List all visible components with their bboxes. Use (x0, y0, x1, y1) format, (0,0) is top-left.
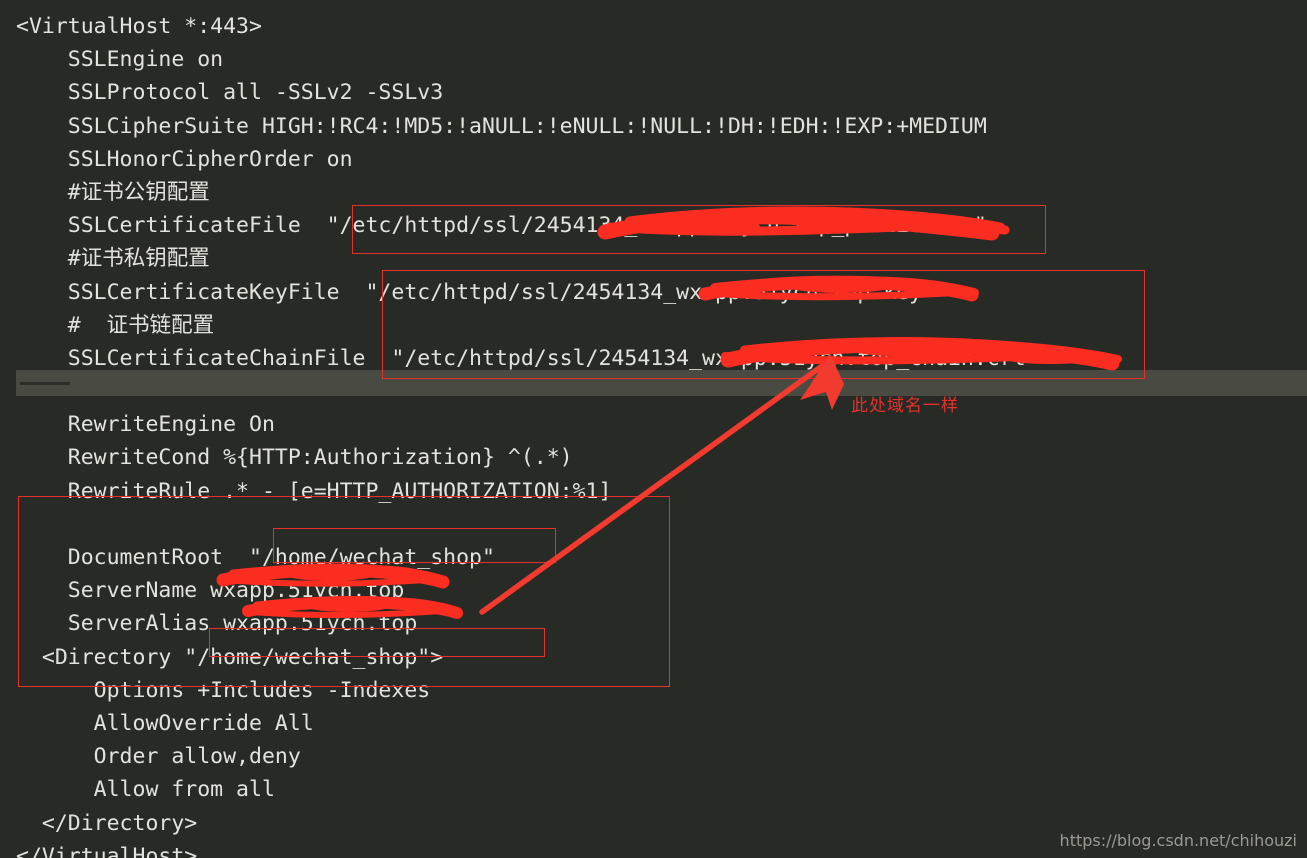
code-line: SSLHonorCipherOrder on (16, 146, 353, 172)
code-line: SSLProtocol all -SSLv2 -SSLv3 (16, 80, 444, 106)
code-line: #证书私钥配置 (16, 246, 210, 272)
code-line: #证书公钥配置 (16, 179, 210, 205)
code-screenshot: <VirtualHost *:443> SSLEngine on SSLProt… (0, 0, 1307, 858)
code-line: Allow from all (16, 777, 275, 803)
code-line: SSLCertificateChainFile "/etc/httpd/ssl/… (16, 345, 1039, 371)
code-line: ServerName wxapp.51ych.top (16, 578, 405, 604)
code-line: SSLCertificateFile "/etc/httpd/ssl/24541… (16, 213, 987, 239)
blog-watermark: https://blog.csdn.net/chihouzi (1059, 831, 1297, 850)
code-line: RewriteEngine On (16, 412, 275, 438)
horizontal-scrollbar-thumb[interactable] (20, 382, 70, 385)
apache-vhost-config-text: <VirtualHost *:443> SSLEngine on SSLProt… (16, 10, 1307, 858)
code-line: <Directory "/home/wechat_shop"> (16, 644, 444, 670)
code-line: SSLEngine on (16, 47, 224, 73)
code-line: SSLCipherSuite HIGH:!RC4:!MD5:!aNULL:!eN… (16, 113, 987, 139)
code-line: ServerAlias wxapp.51ych.top (16, 611, 418, 637)
code-line: Order allow,deny (16, 744, 301, 770)
code-line: <VirtualHost *:443> (16, 14, 262, 39)
code-line: RewriteRule .* - [e=HTTP_AUTHORIZATION:%… (16, 478, 612, 504)
code-line: DocumentRoot "/home/wechat_shop" (16, 545, 495, 570)
code-line: Options +Includes -Indexes (16, 677, 431, 703)
code-line: RewriteCond %{HTTP:Authorization} ^(.*) (16, 445, 573, 471)
code-line: # 证书链配置 (16, 312, 215, 338)
code-line: AllowOverride All (16, 710, 314, 736)
annotation-note-text: 此处域名一样 (851, 396, 959, 416)
code-line: SSLCertificateKeyFile "/etc/httpd/ssl/24… (16, 279, 936, 305)
